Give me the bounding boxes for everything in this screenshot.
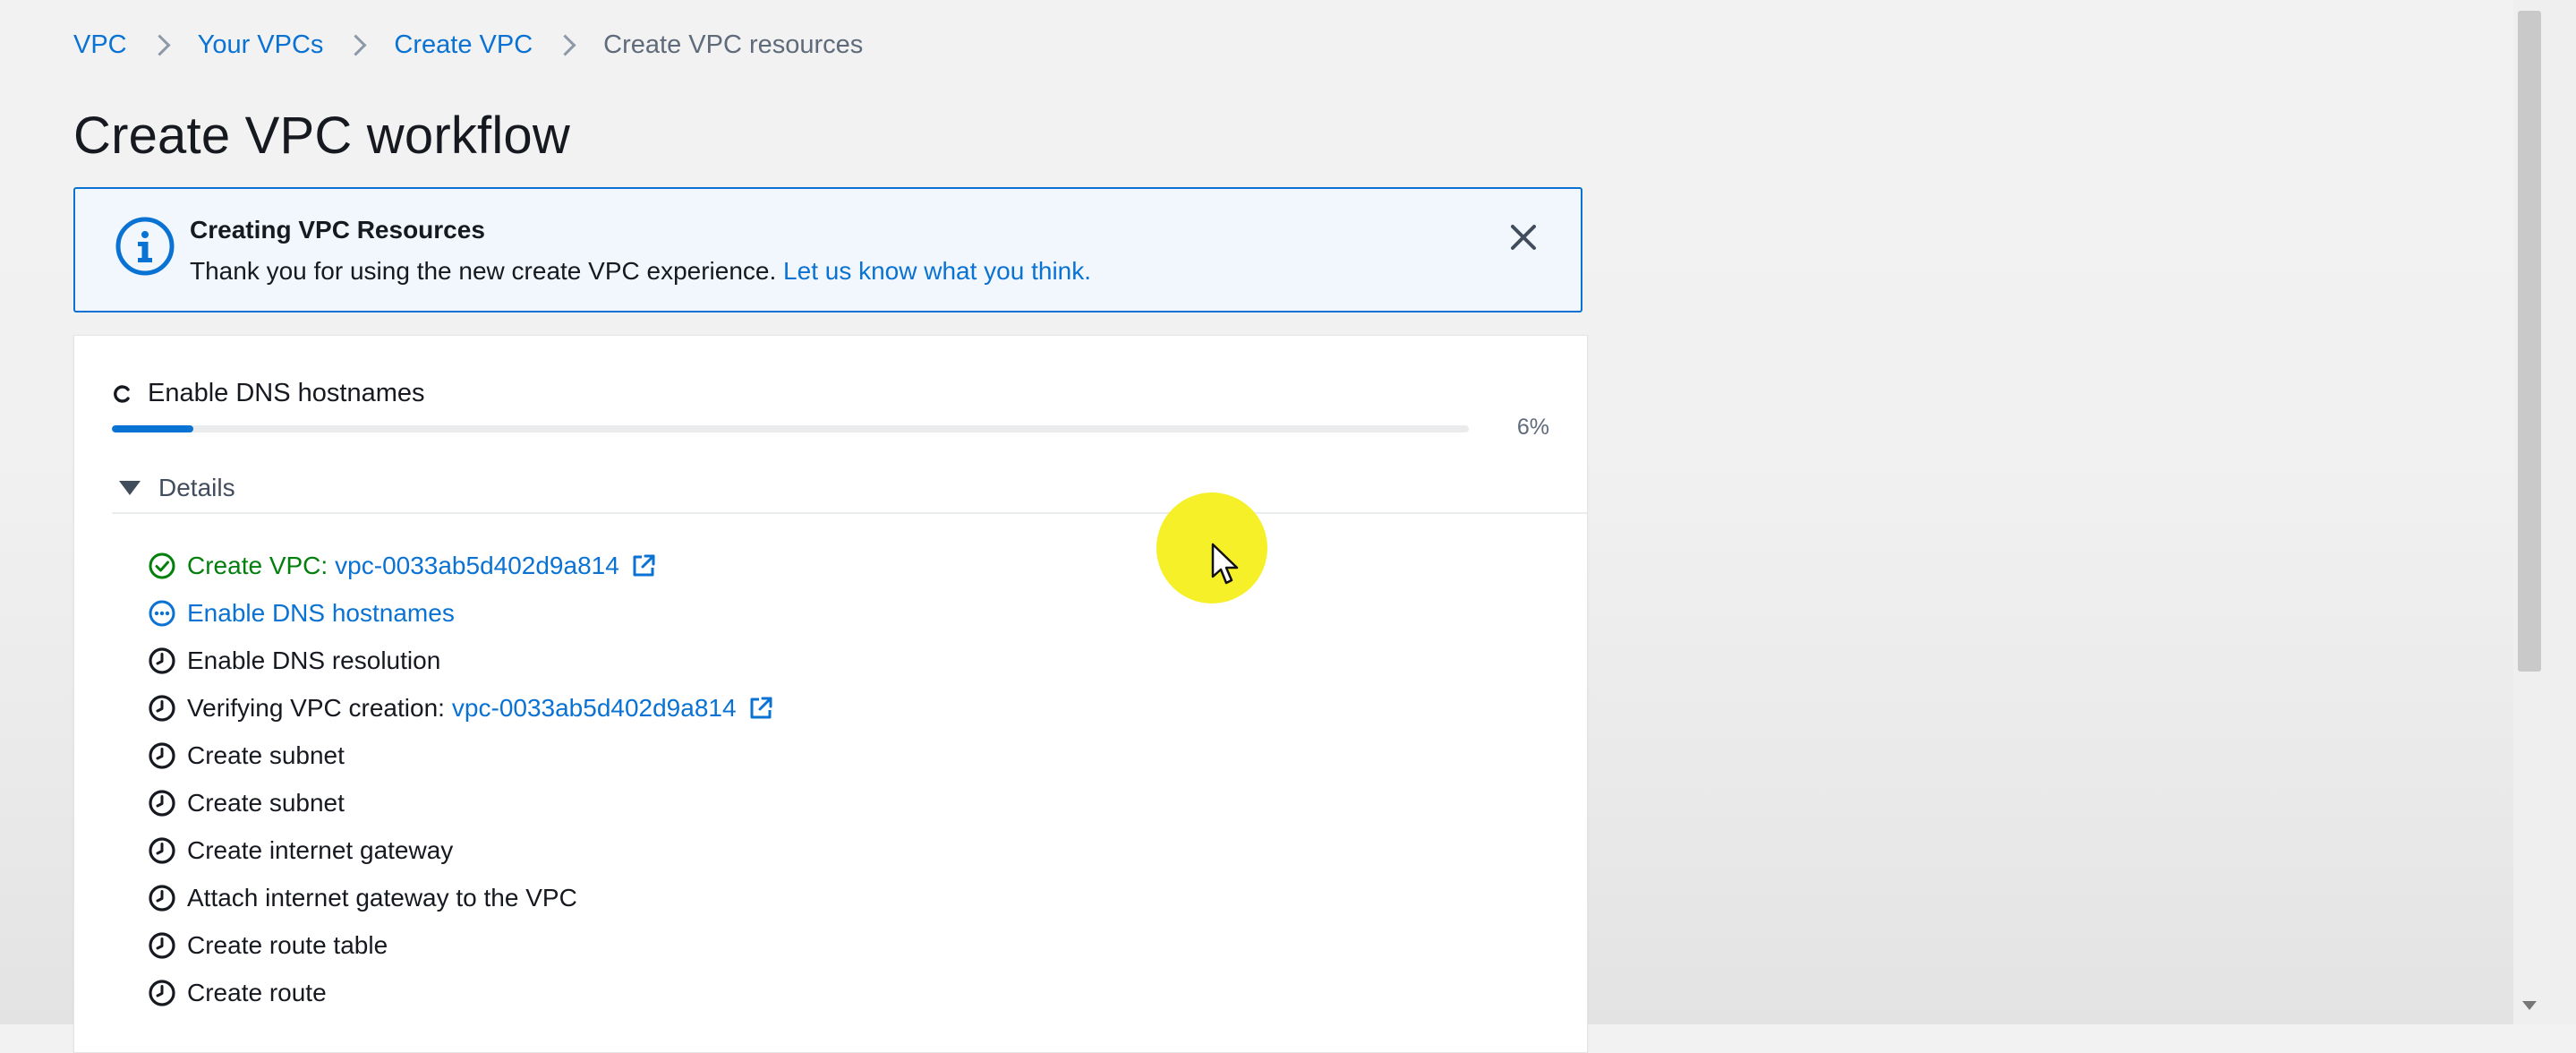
breadcrumb-current: Create VPC resources (603, 30, 864, 59)
page-title: Create VPC workflow (73, 107, 570, 165)
feedback-link[interactable]: Let us know what you think. (783, 257, 1091, 285)
vpc-id-link[interactable]: vpc-0033ab5d402d9a814 (452, 694, 737, 723)
clock-icon (149, 789, 175, 817)
step-label: Enable DNS hostnames (187, 598, 455, 627)
step-item: Create subnet (148, 779, 774, 826)
flash-title: Creating VPC Resources (190, 216, 485, 244)
progress-step-label: Enable DNS hostnames (148, 379, 425, 407)
breadcrumb-create-vpc[interactable]: Create VPC (394, 30, 533, 60)
clock-icon (149, 931, 175, 959)
breadcrumb-vpc[interactable]: VPC (73, 30, 127, 60)
close-icon[interactable] (1506, 219, 1541, 255)
divider (112, 512, 1587, 514)
step-item: Create route (148, 969, 774, 1016)
step-label: Attach internet gateway to the VPC (187, 883, 577, 912)
step-label: Create route (187, 978, 327, 1006)
scroll-down-arrow-icon[interactable] (2522, 1001, 2537, 1010)
chevron-right-icon (149, 33, 171, 56)
chevron-right-icon (345, 33, 367, 56)
step-item: Create route table (148, 921, 774, 969)
in-progress-icon (149, 600, 175, 626)
step-item: Create internet gateway (148, 826, 774, 874)
progress-bar (112, 425, 1469, 432)
step-item: Enable DNS resolution (148, 637, 774, 684)
external-link-icon[interactable] (747, 695, 774, 722)
step-label: Create subnet (187, 788, 345, 817)
details-toggle[interactable]: Details (119, 474, 235, 502)
caret-down-icon (119, 481, 141, 495)
step-label: Create VPC: (187, 551, 328, 579)
page: VPC Your VPCs Create VPC Create VPC reso… (0, 0, 2576, 1053)
clock-icon (149, 646, 175, 674)
info-icon (115, 217, 175, 276)
info-flash: Creating VPC Resources Thank you for usi… (73, 187, 1582, 312)
details-label: Details (158, 474, 235, 501)
breadcrumb-your-vpcs[interactable]: Your VPCs (198, 30, 324, 60)
clock-icon (149, 979, 175, 1006)
flash-message: Thank you for using the new create VPC e… (190, 257, 1091, 286)
clock-icon (149, 884, 175, 912)
external-link-icon[interactable] (630, 552, 657, 579)
clock-icon (149, 836, 175, 864)
clock-icon (149, 694, 175, 722)
scrollbar-thumb[interactable] (2518, 11, 2541, 672)
step-item: Verifying VPC creation: vpc-0033ab5d402d9… (148, 684, 774, 732)
step-label: Create route table (187, 930, 388, 959)
vpc-id-link[interactable]: vpc-0033ab5d402d9a814 (335, 552, 619, 580)
spinner-icon (114, 384, 130, 403)
clock-icon (149, 741, 175, 769)
step-label: Verifying VPC creation: (187, 693, 445, 722)
step-item: Attach internet gateway to the VPC (148, 874, 774, 921)
progress-bar-fill (112, 425, 193, 432)
chevron-right-icon (554, 33, 576, 56)
progress-panel: Enable DNS hostnames 6% Details Create V… (73, 335, 1588, 1053)
step-item: Enable DNS hostnames (148, 589, 774, 637)
step-label: Create subnet (187, 741, 345, 769)
step-item: Create VPC: vpc-0033ab5d402d9a814 (148, 542, 774, 589)
step-label: Create internet gateway (187, 835, 454, 864)
progress-percent: 6% (1516, 415, 1549, 440)
step-label: Enable DNS resolution (187, 646, 441, 674)
vertical-scrollbar[interactable] (2513, 0, 2576, 1024)
step-item: Create subnet (148, 732, 774, 779)
breadcrumb: VPC Your VPCs Create VPC Create VPC reso… (73, 27, 863, 63)
flash-message-text: Thank you for using the new create VPC e… (190, 257, 777, 285)
mouse-pointer-icon (1211, 543, 1239, 585)
steps-list: Create VPC: vpc-0033ab5d402d9a814 Enable D… (148, 542, 774, 1016)
progress-status: Enable DNS hostnames (114, 379, 425, 408)
check-circle-icon (149, 552, 175, 578)
